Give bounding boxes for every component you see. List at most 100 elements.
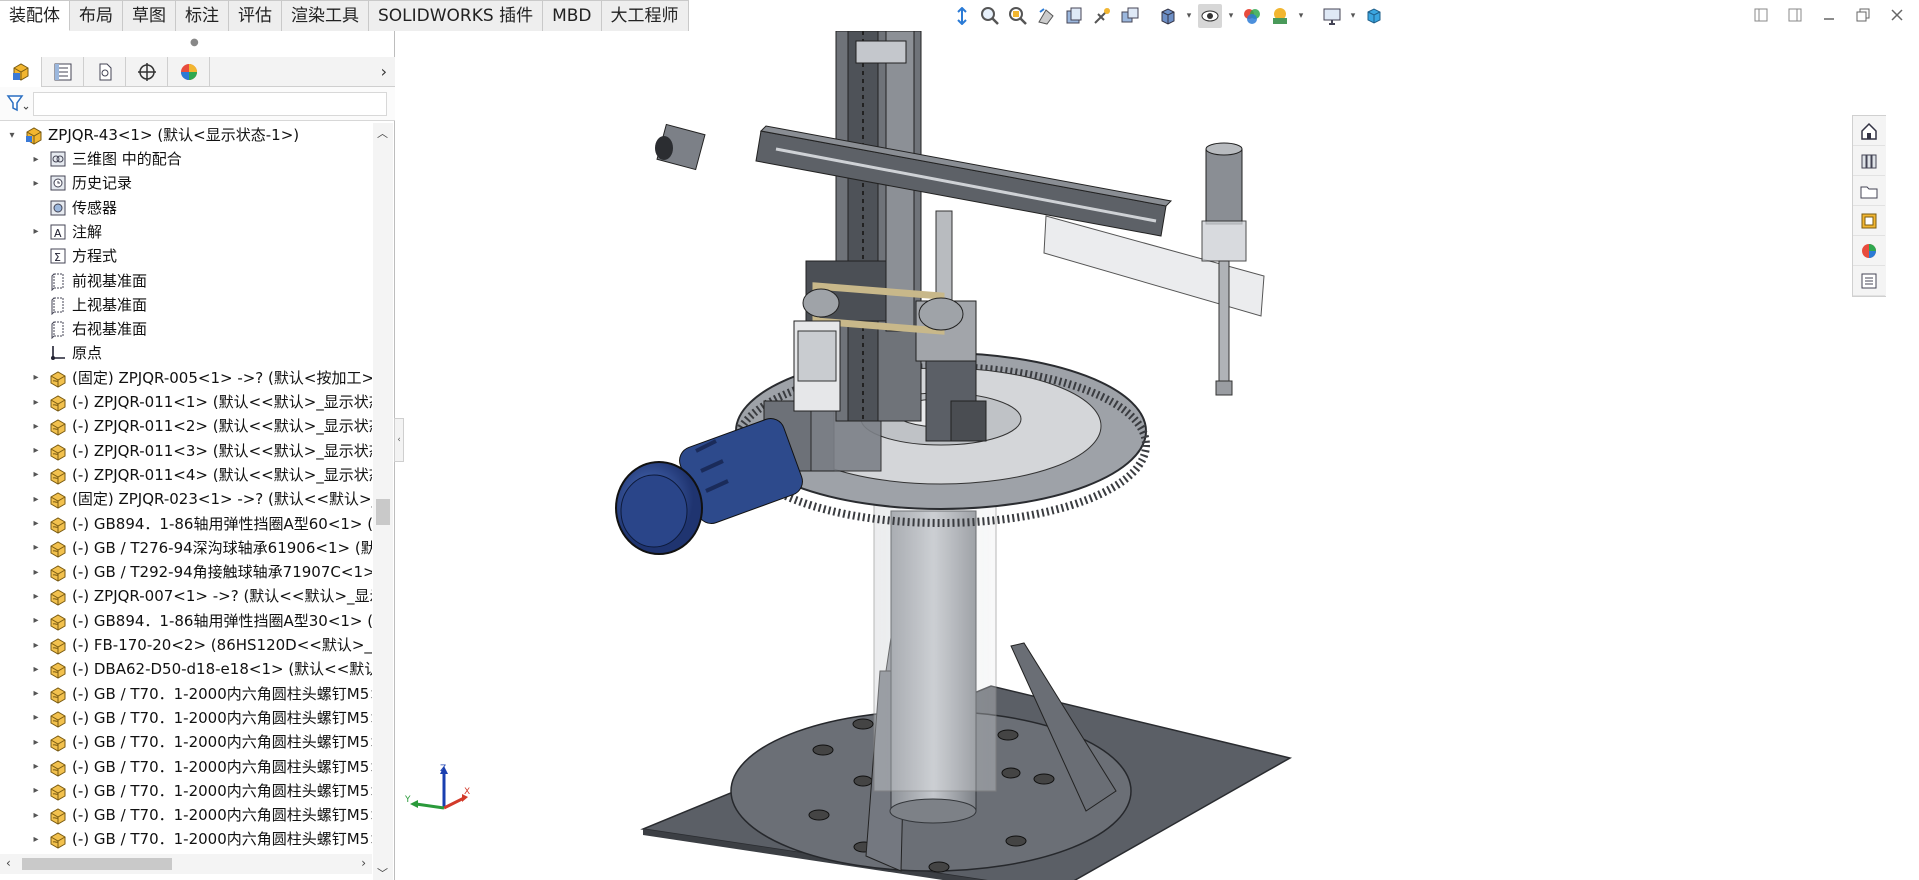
tree-item[interactable]: 前视基准面 <box>0 269 372 293</box>
file-explorer-icon[interactable] <box>1853 176 1885 206</box>
tree-item[interactable]: ▸ (-) GB / T276-94深沟球轴承61906<1> (默认 <box>0 536 372 560</box>
chevron-down-icon[interactable]: ﹀ <box>377 865 388 880</box>
view-palette-icon[interactable] <box>1853 206 1885 236</box>
apply-scene-icon[interactable] <box>1268 4 1292 28</box>
view-orientation-icon[interactable] <box>950 4 974 28</box>
expand-right-icon[interactable]: ▸ <box>30 439 42 463</box>
expand-right-icon[interactable]: ▸ <box>30 706 42 730</box>
expand-right-icon[interactable]: ▸ <box>30 609 42 633</box>
tree-item[interactable]: ▸ (固定) ZPJQR-005<1> ->? (默认<按加工>< <box>0 366 372 390</box>
tab-8[interactable]: 大工程师 <box>601 0 689 31</box>
featuremanager-icon[interactable] <box>0 57 42 87</box>
tree-item[interactable]: Σ 方程式 <box>0 244 372 268</box>
view-palette-icon[interactable] <box>1118 4 1142 28</box>
propertymanager-icon[interactable] <box>42 57 84 87</box>
tree-item[interactable]: ▸ (-) GB894．1-86轴用弹性挡圈A型30<1> (默 <box>0 609 372 633</box>
filter-icon[interactable] <box>6 93 30 115</box>
expand-right-icon[interactable]: ▸ <box>30 657 42 681</box>
tab-6[interactable]: SOLIDWORKS 插件 <box>369 0 544 31</box>
expand-right-icon[interactable]: ▸ <box>30 827 42 851</box>
tree-horizontal-scrollbar[interactable]: ‹ › <box>0 854 372 874</box>
expand-right-icon[interactable]: ▸ <box>30 487 42 511</box>
scrollbar-thumb[interactable] <box>376 499 390 525</box>
filter-input[interactable] <box>33 92 387 116</box>
chevron-up-icon[interactable]: ︿ <box>377 125 388 141</box>
tree-item[interactable]: ▸ 三维图 中的配合 <box>0 147 372 171</box>
expand-right-icon[interactable]: ▸ <box>30 682 42 706</box>
expand-right-icon[interactable]: ▸ <box>30 366 42 390</box>
expand-right-icon[interactable]: ▸ <box>30 852 42 853</box>
tree-item[interactable]: ▸ (-) GB / T70．1-2000内六角圆柱头螺钉M5× <box>0 827 372 851</box>
scrollbar-thumb[interactable] <box>22 858 172 870</box>
tree-item[interactable]: ▸ (-) GB894．1-86轴用弹性挡圈A型60<1> (默 <box>0 512 372 536</box>
custom-properties-icon[interactable] <box>1853 266 1885 296</box>
expand-right-icon[interactable]: ▸ <box>30 755 42 779</box>
tree-item[interactable]: ▸ (-) ZPJQR-011<4> (默认<<默认>_显示状态 <box>0 463 372 487</box>
tab-1[interactable]: 布局 <box>70 0 123 31</box>
tree-item[interactable]: ▸ (-) ZPJQR-007<1> ->? (默认<<默认>_显示状 <box>0 584 372 608</box>
chevron-down-icon[interactable]: ▾ <box>1184 4 1194 28</box>
tree-root-assembly[interactable]: ▾ ZPJQR-43<1> (默认<显示状态-1>) <box>0 123 372 147</box>
tree-item[interactable]: ▸ (-) DBA62-D50-d18-e18<1> (默认<<默认>_ <box>0 657 372 681</box>
tree-item[interactable]: ▸ 历史记录 <box>0 171 372 195</box>
tree-item[interactable]: ▸ (-) GB / T70．1-2000内六角圆柱头螺钉M5× <box>0 706 372 730</box>
tree-item[interactable]: ▸ (-) GB / T70．1-2000内六角圆柱头螺钉M5× <box>0 779 372 803</box>
expand-right-icon[interactable]: ▸ <box>30 560 42 584</box>
tab-0[interactable]: 装配体 <box>0 0 70 31</box>
tab-2[interactable]: 草图 <box>123 0 176 31</box>
minimize-icon[interactable] <box>1819 5 1839 25</box>
displaymanager-icon[interactable] <box>168 57 210 87</box>
expand-right-icon[interactable]: ▸ <box>30 390 42 414</box>
expand-right-icon[interactable]: ▸ <box>30 633 42 657</box>
tree-item[interactable]: ▸ (-) GB / T292-94角接触球轴承71907C<1> ( <box>0 560 372 584</box>
tile-left-icon[interactable] <box>1751 5 1771 25</box>
3d-view-icon[interactable] <box>1362 4 1386 28</box>
chevron-left-icon[interactable]: ‹ <box>6 856 11 870</box>
close-icon[interactable] <box>1887 5 1907 25</box>
tree-item[interactable]: ▸ A 注解 <box>0 220 372 244</box>
expand-right-icon[interactable]: ▸ <box>30 779 42 803</box>
dynamic-annotation-icon[interactable] <box>1090 4 1114 28</box>
tree-item[interactable]: 上视基准面 <box>0 293 372 317</box>
tree-item[interactable]: ▸ (-) GB / T70．1-2000内六角圆柱头螺钉M5× <box>0 682 372 706</box>
tab-4[interactable]: 评估 <box>229 0 282 31</box>
tile-right-icon[interactable] <box>1785 5 1805 25</box>
tab-5[interactable]: 渲染工具 <box>282 0 369 31</box>
design-library-icon[interactable] <box>1853 146 1885 176</box>
tree-item[interactable]: ▸ (-) ZPJQR-011<2> (默认<<默认>_显示状态 <box>0 414 372 438</box>
view-settings-icon[interactable] <box>1320 4 1344 28</box>
tree-item[interactable]: ▸ (-) ZPJQR-011<1> (默认<<默认>_显示状态 <box>0 390 372 414</box>
collapse-handle-icon[interactable]: ● <box>190 37 199 48</box>
tree-item[interactable]: ▸ (-) GB / T70．1-2000内六角圆柱头螺钉M5× <box>0 803 372 827</box>
zoom-to-fit-icon[interactable] <box>978 4 1002 28</box>
expand-right-icon[interactable]: ▸ <box>30 171 42 195</box>
chevron-down-icon[interactable]: ▾ <box>1296 4 1306 28</box>
edit-appearance-icon[interactable] <box>1240 4 1264 28</box>
chevron-right-icon[interactable]: › <box>361 856 366 870</box>
expand-right-icon[interactable]: ▸ <box>30 730 42 754</box>
hide-show-icon[interactable] <box>1198 4 1222 28</box>
chevron-right-icon[interactable]: › <box>381 62 387 81</box>
chevron-down-icon[interactable]: ▾ <box>1226 4 1236 28</box>
dimxpertmanager-icon[interactable] <box>126 57 168 87</box>
expand-right-icon[interactable]: ▸ <box>30 220 42 244</box>
expand-right-icon[interactable]: ▸ <box>30 463 42 487</box>
expand-down-icon[interactable]: ▾ <box>6 123 18 147</box>
restore-icon[interactable] <box>1853 5 1873 25</box>
tree-item[interactable]: 传感器 <box>0 196 372 220</box>
tree-item[interactable]: 右视基准面 <box>0 317 372 341</box>
expand-right-icon[interactable]: ▸ <box>30 584 42 608</box>
chevron-down-icon[interactable]: ▾ <box>1348 4 1358 28</box>
expand-right-icon[interactable]: ▸ <box>30 512 42 536</box>
section-view-icon[interactable] <box>1062 4 1086 28</box>
solidworks-resources-icon[interactable] <box>1853 116 1885 146</box>
graphics-area[interactable] <box>396 30 1886 880</box>
tree-item[interactable]: ▸ (-) ZPJQR-011<3> (默认<<默认>_显示状态 <box>0 439 372 463</box>
tree-vertical-scrollbar[interactable]: ︿ ﹀ <box>373 123 393 880</box>
tree-item[interactable]: ▸ (-) FB-170-20<2> (86HS120D<<默认>_显示 <box>0 633 372 657</box>
configurationmanager-icon[interactable] <box>84 57 126 87</box>
tree-item[interactable]: 原点 <box>0 341 372 365</box>
tree-item[interactable]: ▸ (-) GB / T70．1-2000内六角圆柱头螺钉M5× <box>0 755 372 779</box>
previous-view-icon[interactable] <box>1034 4 1058 28</box>
appearances-icon[interactable] <box>1853 236 1885 266</box>
